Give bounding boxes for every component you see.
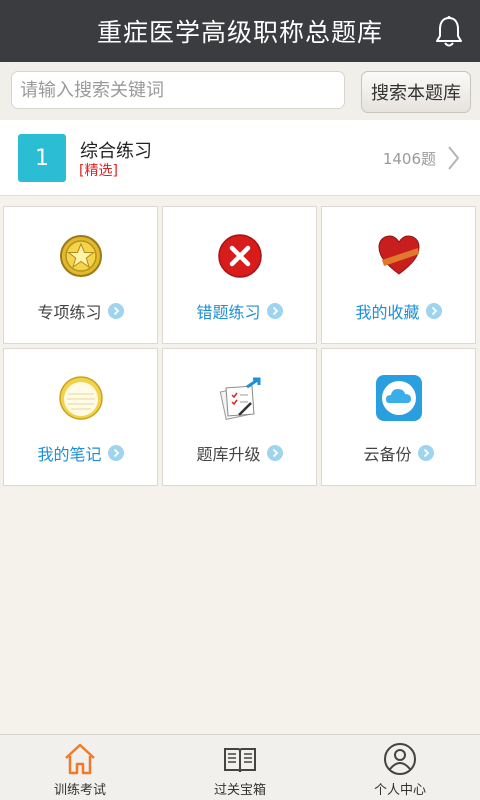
tile-label: 我的笔记 (37, 445, 102, 464)
home-icon (65, 743, 95, 775)
notepad-icon (58, 376, 103, 420)
tile-label-row: 云备份 (322, 441, 475, 465)
tab-label: 训练考试 (53, 783, 106, 798)
tile-wrong-practice[interactable]: 错题练习 (162, 206, 317, 344)
tile-label-row: 专项练习 (4, 299, 157, 323)
page-title: 重症医学高级职称总题库 (96, 18, 383, 47)
red-x-icon (217, 234, 262, 278)
arrow-circle-icon (107, 445, 124, 461)
search-bar: 搜索本题库 (0, 62, 480, 120)
book-icon (224, 748, 256, 773)
tile-label: 题库升级 (196, 445, 261, 464)
tile-cloud-backup[interactable]: 云备份 (321, 348, 476, 486)
tab-training-exam[interactable]: 训练考试 (0, 735, 160, 800)
feature-grid: 专项练习 错题练习 我的收藏 我的笔记 题库升级 云备份 (3, 206, 477, 486)
tile-label: 专项练习 (37, 303, 102, 322)
bottom-tab-bar: 训练考试 过关宝箱 个人中心 (0, 734, 480, 800)
featured-tag: [精选] (79, 163, 118, 179)
tile-favorites[interactable]: 我的收藏 (321, 206, 476, 344)
user-icon (384, 743, 416, 775)
tab-label: 过关宝箱 (213, 783, 266, 798)
tile-label-row: 错题练习 (163, 299, 316, 323)
cloud-icon (375, 375, 422, 421)
arrow-circle-icon (266, 303, 283, 319)
arrow-circle-icon (107, 303, 124, 319)
search-button[interactable]: 搜索本题库 (361, 71, 471, 113)
app-header: 重症医学高级职称总题库 (0, 0, 480, 62)
tile-notes[interactable]: 我的笔记 (3, 348, 158, 486)
tile-label: 云备份 (363, 445, 412, 464)
tile-bank-upgrade[interactable]: 题库升级 (162, 348, 317, 486)
document-arrow-icon (219, 377, 260, 420)
tile-label-row: 题库升级 (163, 441, 316, 465)
search-input[interactable] (11, 71, 345, 109)
heart-icon (377, 235, 420, 275)
tile-label-row: 我的收藏 (322, 299, 475, 323)
tile-special-practice[interactable]: 专项练习 (3, 206, 158, 344)
arrow-circle-icon (266, 445, 283, 461)
chevron-right-icon (448, 146, 460, 170)
tab-pass-treasure[interactable]: 过关宝箱 (160, 735, 320, 800)
tab-label: 个人中心 (373, 783, 426, 798)
number-badge: 1 (18, 134, 66, 182)
tile-label: 我的收藏 (355, 303, 420, 322)
tile-label-row: 我的笔记 (4, 441, 157, 465)
featured-practice-row[interactable]: 1 综合练习 [精选] 1406题 (0, 120, 480, 196)
bell-icon[interactable] (434, 15, 464, 49)
tile-label: 错题练习 (196, 303, 261, 322)
arrow-circle-icon (417, 445, 434, 461)
star-medal-icon (59, 235, 102, 277)
tab-personal-center[interactable]: 个人中心 (320, 735, 480, 800)
arrow-circle-icon (425, 303, 442, 319)
question-count: 1406题 (382, 150, 436, 168)
